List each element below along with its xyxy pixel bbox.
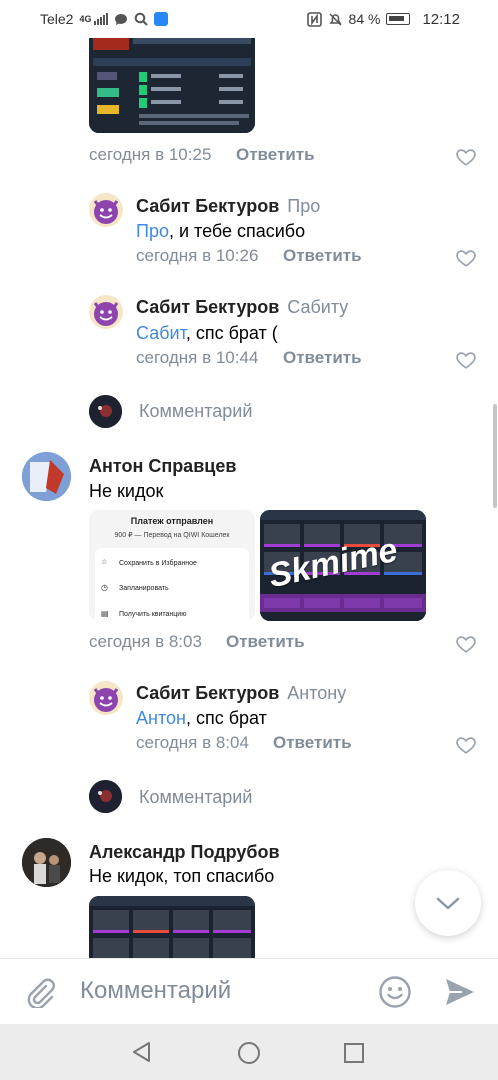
reply-button[interactable]: Ответить xyxy=(283,246,362,266)
reply-body: , и тебе спасибо xyxy=(168,221,306,241)
avatar[interactable] xyxy=(22,452,71,501)
avatar-photo xyxy=(89,395,122,428)
carrier-label: Tele2 xyxy=(40,11,74,27)
attached-image[interactable] xyxy=(89,38,255,133)
comment-time: сегодня в 10:26 xyxy=(136,246,259,265)
reply-header: Сабит Бектуров Сабиту xyxy=(136,297,348,318)
chat-bubble-icon xyxy=(114,13,128,26)
avatar-logo xyxy=(22,452,71,501)
scroll-down-button[interactable] xyxy=(415,870,481,936)
attached-image[interactable]: Платеж отправлен 900 ₽ — Перевод на QIWI… xyxy=(89,510,255,621)
comments-feed[interactable]: сегодня в 10:25 Ответить Сабит Бектуров П… xyxy=(0,38,498,958)
receipt-subtitle: 900 ₽ — Перевод на QIWI Кошелек xyxy=(114,532,230,539)
reply-text: Про, и тебе спасибо xyxy=(136,221,305,242)
reply-text: Антон, спс брат xyxy=(136,708,267,729)
document-icon: ▤ xyxy=(101,609,109,618)
attached-image[interactable]: Skmime xyxy=(260,510,426,621)
reply-header: Сабит Бектуров Антону xyxy=(136,683,346,704)
my-avatar xyxy=(89,780,122,813)
smile-icon[interactable] xyxy=(378,975,412,1009)
author-name[interactable]: Сабит Бектуров xyxy=(136,683,279,703)
author-name[interactable]: Сабит Бектуров xyxy=(136,297,279,317)
signal-icon xyxy=(94,13,109,25)
paperclip-icon[interactable] xyxy=(24,976,56,1008)
heart-outline-icon[interactable] xyxy=(455,633,477,655)
system-nav-bar xyxy=(0,1024,498,1080)
heart-outline-icon[interactable] xyxy=(455,349,477,371)
chevron-down-icon xyxy=(436,897,460,910)
comment-text: Не кидок xyxy=(89,481,164,501)
reply-button[interactable]: Ответить xyxy=(273,733,352,753)
triangle-back-icon[interactable] xyxy=(131,1041,153,1063)
devil-emoji-icon xyxy=(93,688,119,712)
reply-body: , спс брат xyxy=(185,708,267,728)
avatar-photo xyxy=(89,780,122,813)
reply-to-label[interactable]: Антону xyxy=(287,683,346,703)
avatar[interactable] xyxy=(89,681,123,715)
reply-header: Сабит Бектуров Про xyxy=(136,196,320,217)
receipt-menu-item: Получить квитанцию xyxy=(119,611,187,618)
marketplace-screenshot xyxy=(89,38,255,133)
devil-emoji-icon xyxy=(93,200,119,224)
scrollbar[interactable] xyxy=(493,404,497,508)
search-icon xyxy=(134,12,149,26)
comment-time: сегодня в 10:25 xyxy=(89,145,212,164)
comment-time: сегодня в 10:44 xyxy=(136,348,259,367)
comment-time: сегодня в 8:04 xyxy=(136,733,249,752)
devil-emoji-icon xyxy=(93,302,119,326)
receipt-menu-item: ☆ xyxy=(101,559,108,566)
attached-image[interactable] xyxy=(89,896,255,958)
reply-text: Сабит, спс брат ( xyxy=(136,323,278,344)
clock-icon: ◷ xyxy=(101,583,108,592)
status-right: 84 % 12:12 xyxy=(306,10,460,28)
send-icon[interactable] xyxy=(444,977,476,1007)
reply-button[interactable]: Ответить xyxy=(283,348,362,368)
reply-to-label[interactable]: Про xyxy=(287,196,320,216)
author-name[interactable]: Александр Подрубов xyxy=(89,842,280,863)
mention-link[interactable]: Сабит xyxy=(136,323,186,343)
heart-outline-icon[interactable] xyxy=(455,146,477,168)
status-left: Tele2 4G xyxy=(40,11,169,27)
heart-outline-icon[interactable] xyxy=(455,247,477,269)
comment-time: сегодня в 8:03 xyxy=(89,632,202,651)
clock: 12:12 xyxy=(422,10,460,28)
mention-link[interactable]: Антон xyxy=(136,708,186,728)
heart-outline-icon[interactable] xyxy=(455,734,477,756)
comment-text: Не кидок, топ спасибо xyxy=(89,866,275,886)
vk-app-icon xyxy=(154,12,169,26)
author-name[interactable]: Сабит Бектуров xyxy=(136,196,279,216)
receipt-menu: ☆ Сохранить в Избранное ◷ Запланировать … xyxy=(95,548,249,621)
reply-to-label[interactable]: Сабиту xyxy=(287,297,348,317)
circle-home-icon[interactable] xyxy=(237,1041,261,1065)
receipt-menu-item: Сохранить в Избранное xyxy=(119,560,197,567)
avatar[interactable] xyxy=(89,295,123,329)
comment-input-bar: Комментарий xyxy=(0,958,498,1024)
mute-bell-icon xyxy=(328,12,343,27)
receipt-menu-item: Запланировать xyxy=(119,585,169,592)
reply-body: , спс брат ( xyxy=(185,323,278,343)
avatar[interactable] xyxy=(89,193,123,227)
battery-percent: 84 % xyxy=(348,11,381,27)
author-name[interactable]: Антон Справцев xyxy=(89,456,236,477)
avatar[interactable] xyxy=(22,838,71,887)
comment-prompt[interactable]: Комментарий xyxy=(139,787,252,808)
nfc-icon xyxy=(306,11,322,27)
comment-prompt[interactable]: Комментарий xyxy=(139,401,252,422)
inventory-screenshot xyxy=(89,896,255,958)
reply-button[interactable]: Ответить xyxy=(226,632,305,652)
my-avatar xyxy=(89,395,122,428)
battery-icon xyxy=(386,13,411,25)
square-recent-icon[interactable] xyxy=(343,1042,365,1064)
mention-link[interactable]: Про xyxy=(136,221,169,241)
network-label: 4G xyxy=(79,14,92,24)
receipt-title: Платеж отправлен xyxy=(130,516,214,526)
comment-input[interactable]: Комментарий xyxy=(80,977,231,1005)
avatar-photo xyxy=(22,838,71,887)
status-bar: Tele2 4G 84 % 12:12 xyxy=(0,0,498,38)
reply-button[interactable]: Ответить xyxy=(236,145,315,165)
